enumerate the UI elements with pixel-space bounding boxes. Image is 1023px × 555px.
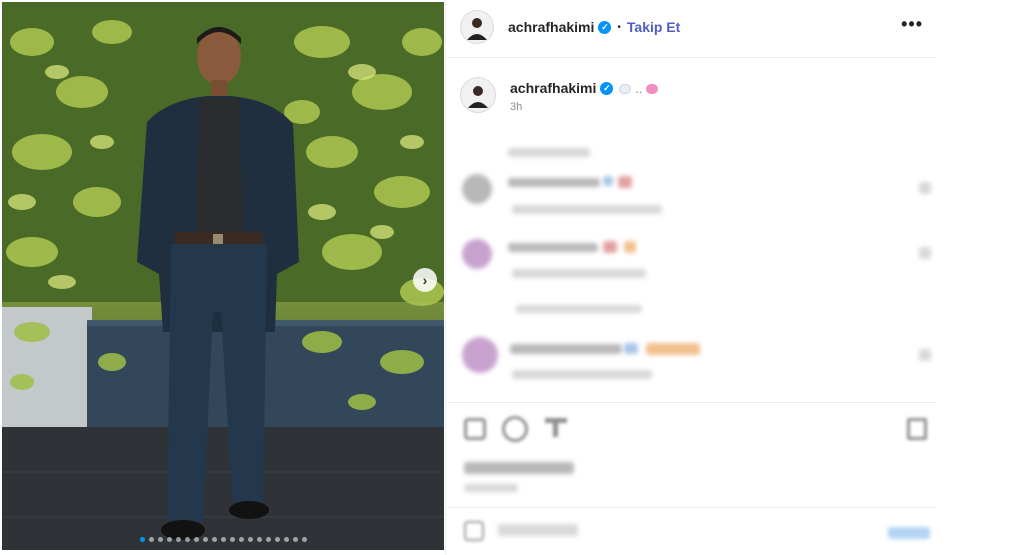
carousel-dot: [238, 537, 244, 542]
chevron-right-icon: ›: [422, 272, 428, 288]
caption-text: ..: [619, 81, 658, 96]
comment-username[interactable]: [510, 344, 622, 354]
follow-button[interactable]: Takip Et: [627, 19, 680, 35]
carousel-dot: [229, 537, 235, 542]
carousel-dot: [184, 537, 190, 542]
divider: [446, 402, 937, 403]
carousel-dot: [211, 537, 217, 542]
comment-meta: [512, 205, 662, 214]
comment-emoji: [646, 343, 700, 355]
share-icon[interactable]: [545, 418, 567, 440]
carousel-dots: [2, 537, 444, 542]
verified-icon: ✓: [600, 81, 614, 95]
thought-bubble-icon: [619, 84, 632, 95]
comment-meta: [512, 370, 652, 379]
carousel-dot: [301, 537, 307, 542]
comment-emoji: [624, 241, 636, 253]
comment-username[interactable]: [508, 178, 600, 187]
post-header: achrafhakimi ✓ • Takip Et •••: [460, 10, 923, 44]
username-link[interactable]: achrafhakimi: [508, 19, 594, 35]
comment-emoji: [618, 176, 632, 188]
person-figure: [127, 12, 307, 547]
carousel-dot: [283, 537, 289, 542]
view-replies-link[interactable]: [508, 148, 590, 157]
caption-username[interactable]: achrafhakimi: [510, 80, 596, 96]
post-comment-button[interactable]: [888, 527, 930, 539]
emoji-icon[interactable]: [464, 521, 484, 541]
separator: •: [617, 21, 621, 33]
comment-emoji: [603, 176, 613, 186]
post-side-panel: achrafhakimi ✓ • Takip Et ••• achrafhaki…: [445, 0, 937, 555]
comment-username[interactable]: [508, 243, 598, 252]
avatar[interactable]: [460, 10, 494, 44]
carousel-next-button[interactable]: ›: [413, 268, 437, 292]
verified-icon: ✓: [598, 20, 612, 34]
comment-avatar[interactable]: [462, 337, 498, 373]
carousel-dot: [202, 537, 208, 542]
more-options-icon[interactable]: •••: [901, 14, 923, 35]
view-replies-link[interactable]: [516, 305, 642, 313]
caption-avatar[interactable]: [460, 77, 496, 113]
carousel-dot: [175, 537, 181, 542]
carousel-dot: [265, 537, 271, 542]
carousel-dot: [220, 537, 226, 542]
carousel-dot: [274, 537, 280, 542]
divider: [446, 507, 937, 508]
carousel-dot: [247, 537, 253, 542]
carousel-dot: [166, 537, 172, 542]
comment-avatar[interactable]: [462, 239, 492, 269]
post-date: [464, 484, 518, 492]
heart-icon[interactable]: [464, 418, 486, 440]
carousel-dot: [157, 537, 163, 542]
carousel-dot: [256, 537, 262, 542]
carousel-dot: [193, 537, 199, 542]
carousel-dot: [139, 537, 145, 542]
comment-like-icon[interactable]: [919, 349, 931, 361]
comment-icon[interactable]: [502, 416, 528, 442]
comment-like-icon[interactable]: [919, 182, 931, 194]
divider: [446, 57, 937, 58]
likes-count[interactable]: [464, 462, 574, 474]
comment-emoji: [603, 241, 617, 253]
caption: achrafhakimi ✓ .. 3h: [460, 77, 923, 113]
comment-like-icon[interactable]: [919, 247, 931, 259]
comment-meta: [512, 269, 646, 278]
post-photo[interactable]: ›: [2, 2, 444, 550]
comment-input[interactable]: [498, 524, 578, 536]
carousel-dot: [148, 537, 154, 542]
carousel-dot: [292, 537, 298, 542]
brain-icon: [645, 84, 658, 95]
bookmark-icon[interactable]: [907, 418, 927, 440]
post-time: 3h: [510, 101, 523, 113]
comment-emoji: [624, 343, 638, 354]
comment-avatar[interactable]: [462, 174, 492, 204]
